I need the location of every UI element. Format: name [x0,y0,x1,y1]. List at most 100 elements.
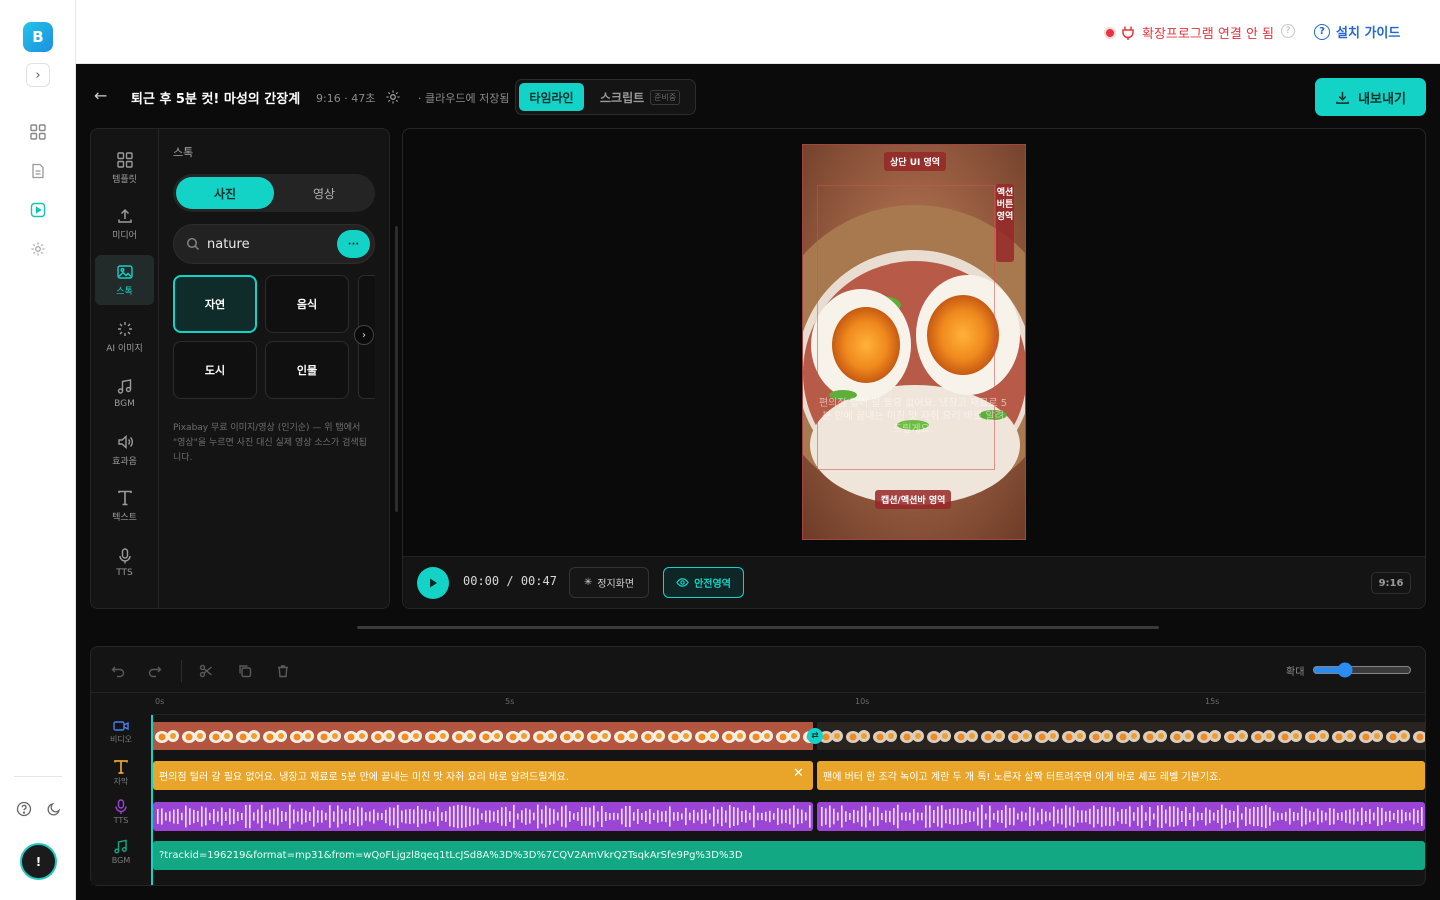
stock-source-note: Pixabay 무료 이미지/영상 (인기순) — 위 탭에서 "영상"을 누르… [173,423,367,463]
zoom-slider[interactable] [1312,662,1412,678]
sparkle-icon [117,322,132,336]
tool-template[interactable]: 템플릿 [95,143,154,193]
tool-bgm[interactable]: BGM [95,368,154,418]
scissors-icon[interactable] [195,660,217,682]
extension-help-icon[interactable]: ? [1281,24,1295,38]
playhead[interactable] [151,715,153,885]
document-icon[interactable] [28,161,48,181]
dashboard-grid-icon[interactable] [28,122,48,142]
category-food[interactable]: 음식 [265,275,349,333]
video-clip-2[interactable] [817,722,1425,750]
project-title[interactable]: 퇴근 후 5분 컷! 마성의 간장계란 [131,88,301,107]
upload-icon [117,208,132,223]
tool-label: 스톡 [116,287,133,297]
export-button[interactable]: 내보내기 [1315,78,1426,116]
horizontal-resize-handle[interactable] [357,626,1159,629]
copy-icon[interactable] [234,660,256,682]
help-icon[interactable] [14,799,34,819]
tool-label: AI 이미지 [106,344,143,354]
time-ruler[interactable] [151,693,1425,715]
install-guide-label: 설치 가이드 [1336,26,1401,41]
transition-swap-icon[interactable]: ⇄ [807,728,823,744]
trash-icon[interactable] [272,660,294,682]
toggle-video[interactable]: 영상 [276,177,372,209]
tool-label: 미디어 [112,231,137,241]
tool-label: 텍스트 [112,513,137,523]
track-label: TTS [113,816,129,825]
panel-heading: 스톡 [173,146,194,159]
category-city[interactable]: 도시 [173,341,257,399]
search-more-button[interactable]: ··· [337,230,370,258]
subtitle-text: 편의점 털러 갈 필요 없어요. 냉장고 재료로 5분 만에 끝내는 미친 맛 … [159,772,570,783]
safe-area-toggle[interactable]: 안전영역 [663,567,744,598]
subtitle-clip-1[interactable]: 편의점 털러 갈 필요 없어요. 냉장고 재료로 5분 만에 끝내는 미친 맛 … [153,761,813,790]
freeze-frame-button[interactable]: ✳ 정지화면 [569,567,649,598]
template-grid-icon [116,152,133,168]
ruler-tick: 10s [855,697,870,706]
category-people[interactable]: 인물 [265,341,349,399]
settings-gear-icon[interactable] [28,239,48,259]
video-camera-icon [113,721,129,731]
export-label: 내보내기 [1358,91,1406,107]
undo-icon[interactable] [107,660,129,682]
dark-mode-moon-icon[interactable] [44,799,64,819]
tool-media[interactable]: 미디어 [95,199,154,249]
ruler-tick: 0s [155,697,165,706]
zoom-label: 확대 [1286,667,1305,678]
tts-clip-1[interactable] [153,802,813,831]
ruler-tick: 15s [1205,697,1220,706]
tool-text[interactable]: 텍스트 [95,481,154,531]
tab-script[interactable]: 스크립트 준비중 [600,89,681,106]
time-display: 00:00 / 00:47 [463,574,557,588]
rail-divider [14,776,62,777]
track-header-tts[interactable]: TTS [91,799,151,825]
track-label: 자막 [113,777,129,786]
aspect-ratio-badge[interactable]: 9:16 [1371,572,1411,594]
redo-icon[interactable] [144,660,166,682]
extension-status[interactable]: 확장프로그램 연결 안 됨 [1106,23,1274,42]
tool-divider [158,129,159,608]
tool-stock[interactable]: 스톡 [95,255,154,305]
category-nature[interactable]: 자연 [173,275,257,333]
save-status: · 클라우드에 저장됨 [418,92,510,105]
track-label: BGM [111,856,131,865]
chevron-right-icon[interactable]: › [354,325,374,345]
user-avatar[interactable]: ! [20,843,57,880]
tool-tts[interactable]: TTS [95,537,154,587]
subtitle-clip-2[interactable]: 팬에 버터 한 조각 녹이고 계란 두 개 톡! 노른자 살짝 터트려주면 이게… [817,761,1425,790]
current-time: 00:00 [463,574,500,588]
music-note-icon [117,378,131,394]
tool-label: TTS [116,567,133,578]
tool-label: BGM [114,398,135,409]
video-clip-1[interactable] [153,722,813,750]
project-settings-gear-icon[interactable] [385,89,401,105]
status-dot-icon [1106,28,1114,37]
bgm-clip-text: ?trackid=196219&format=mp31&from=wQoFLjg… [159,850,743,861]
bgm-clip[interactable]: ?trackid=196219&format=mp31&from=wQoFLjg… [153,841,1425,870]
chevron-right-icon: › [35,67,41,83]
tool-sound-effect[interactable]: 효과음 [95,425,154,475]
back-arrow-icon[interactable]: ← [94,86,107,105]
track-header-bgm[interactable]: BGM [91,839,151,865]
freeze-frame-label: 정지화면 [597,579,635,590]
close-icon[interactable]: ✕ [793,766,804,781]
panel-scrollbar[interactable] [395,226,398,512]
track-header-video[interactable]: 비디오 [91,719,151,745]
track-header-subtitle[interactable]: 자막 [91,759,151,787]
play-button[interactable] [417,567,449,599]
play-icon [430,578,437,588]
expand-rail-button[interactable]: › [26,63,50,87]
search-icon [186,237,199,250]
image-icon [116,265,133,279]
stock-search-input[interactable] [207,232,327,256]
toggle-photo[interactable]: 사진 [176,177,274,209]
tool-label: 템플릿 [112,175,137,185]
app-logo[interactable]: B [23,22,53,52]
video-editor-icon[interactable] [28,200,48,220]
extension-status-text: 확장프로그램 연결 안 됨 [1142,27,1274,42]
tab-timeline[interactable]: 타임라인 [519,83,584,111]
tool-ai-image[interactable]: AI 이미지 [95,312,154,362]
caption-overlay[interactable]: 편의점 털러 갈 필요 없어요. 냉장고 재료로 5분 만에 끝내는 미친 맛 … [818,397,1008,436]
tts-clip-2[interactable] [817,802,1425,831]
install-guide-link[interactable]: ? 설치 가이드 [1314,22,1400,41]
